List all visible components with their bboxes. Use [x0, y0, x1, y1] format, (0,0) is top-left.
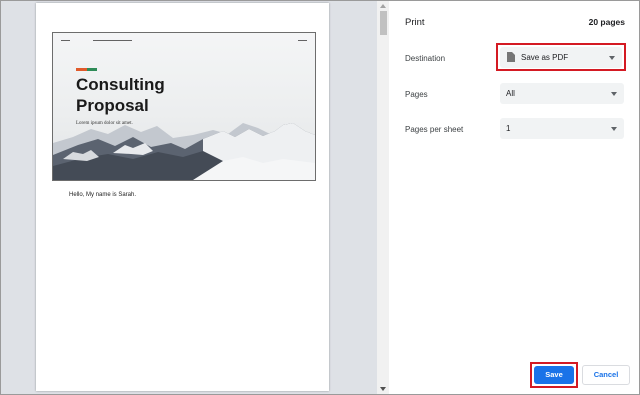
accent-segment-green [86, 68, 97, 71]
print-dialog: ▬▬▬ ▬▬▬▬▬▬▬▬▬▬▬▬▬ ▬▬▬ Consulting Proposa… [0, 0, 640, 395]
pages-value: All [506, 89, 515, 98]
cover-accent-bar [76, 68, 97, 71]
chevron-down-icon [611, 127, 617, 131]
save-button[interactable]: Save [534, 366, 574, 384]
preview-page: ▬▬▬ ▬▬▬▬▬▬▬▬▬▬▬▬▬ ▬▬▬ Consulting Proposa… [36, 3, 329, 391]
document-greeting-text: Hello, My name is Sarah. [69, 192, 137, 198]
pages-per-sheet-label: Pages per sheet [405, 125, 464, 134]
destination-select[interactable]: Save as PDF [500, 47, 622, 68]
pages-per-sheet-select[interactable]: 1 [500, 118, 624, 139]
accent-segment-orange [76, 68, 87, 71]
cover-title: Consulting Proposal [76, 74, 226, 116]
scroll-thumb[interactable] [380, 11, 387, 35]
scroll-down-arrow-icon[interactable] [379, 386, 387, 392]
cover-hero-image: ▬▬▬ ▬▬▬▬▬▬▬▬▬▬▬▬▬ ▬▬▬ Consulting Proposa… [52, 32, 316, 181]
cancel-button[interactable]: Cancel [582, 365, 630, 385]
cover-title-line-1: Consulting [76, 75, 165, 94]
pages-select[interactable]: All [500, 83, 624, 104]
panel-title: Print [405, 17, 425, 28]
print-preview-area: ▬▬▬ ▬▬▬▬▬▬▬▬▬▬▬▬▬ ▬▬▬ Consulting Proposa… [1, 1, 377, 394]
preview-scrollbar[interactable] [377, 1, 389, 394]
page-count: 20 pages [588, 17, 625, 27]
chevron-down-icon [609, 56, 615, 60]
cover-header-strip: ▬▬▬ ▬▬▬▬▬▬▬▬▬▬▬▬▬ ▬▬▬ [61, 38, 307, 42]
destination-value: Save as PDF [521, 53, 569, 62]
destination-label: Destination [405, 54, 446, 63]
document-icon [507, 52, 515, 62]
chevron-down-icon [611, 92, 617, 96]
print-settings-panel: Print 20 pages Destination Save as PDF P… [389, 1, 639, 394]
cover-subtitle: Lorem ipsum dolor sit amet. [76, 121, 133, 126]
pages-per-sheet-value: 1 [506, 124, 511, 133]
cover-title-line-2: Proposal [76, 96, 149, 115]
pages-label: Pages [405, 90, 428, 99]
scroll-up-arrow-icon[interactable] [379, 3, 387, 9]
